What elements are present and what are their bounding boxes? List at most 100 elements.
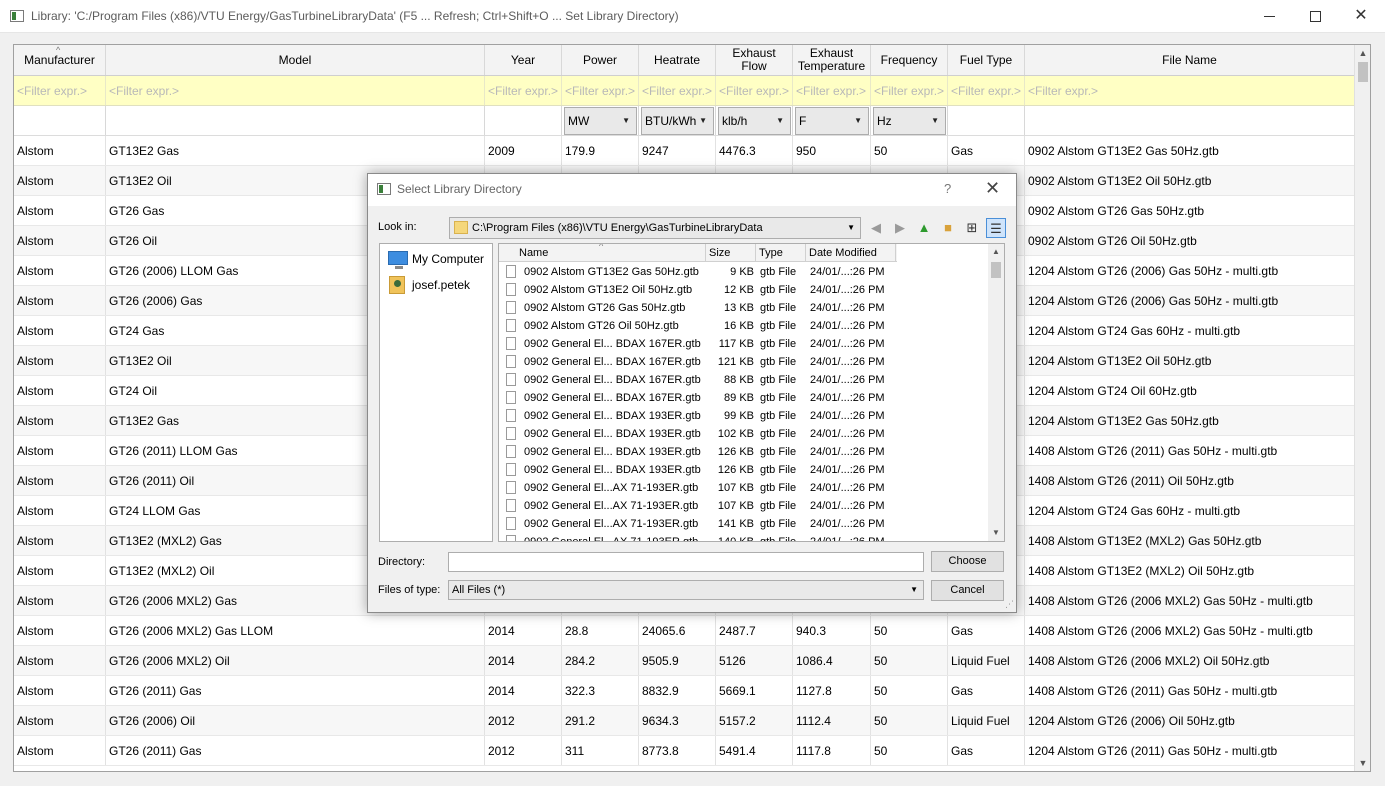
file-row[interactable]: 0902 Alstom GT13E2 Oil 50Hz.gtb 12 KB gtb … (499, 281, 989, 299)
close-button[interactable]: ✕ (1338, 0, 1384, 32)
units-cell-empty (14, 106, 106, 135)
column-header[interactable]: Model (106, 45, 485, 75)
filter-input[interactable]: <Filter expr.> (716, 76, 793, 105)
temperature-unit-value: F (799, 114, 807, 128)
file-row[interactable]: 0902 General El... BDAX 167ER.gtb 121 KB g… (499, 353, 989, 371)
scrollbar-thumb[interactable] (991, 262, 1001, 278)
table-cell: 1204 Alstom GT26 (2006) Gas 50Hz - multi… (1025, 256, 1355, 285)
file-row[interactable]: 0902 General El...AX 71-193ER.gtb 107 KB g… (499, 479, 989, 497)
file-list[interactable]: ^ Name Size Type Date Modified 0902 Alst… (498, 243, 1005, 542)
table-row[interactable]: Alstom GT26 (2006) Oil 2012 291.2 9634.3 5157… (14, 706, 1355, 736)
column-header[interactable]: Exhaust Flow (716, 45, 793, 75)
column-header[interactable]: Frequency (871, 45, 948, 75)
file-row[interactable]: 0902 General El... BDAX 167ER.gtb 89 KB gt… (499, 389, 989, 407)
new-folder-button[interactable]: ■ (938, 218, 958, 238)
file-row[interactable]: 0902 General El...AX 71-193ER.gtb 141 KB g… (499, 515, 989, 533)
file-row[interactable]: 0902 General El...AX 71-193ER.gtb 140 KB g… (499, 533, 989, 541)
file-name: 0902 General El... BDAX 167ER.gtb (524, 356, 701, 368)
column-header[interactable]: Fuel Type (948, 45, 1025, 75)
file-row[interactable]: 0902 General El...AX 71-193ER.gtb 107 KB g… (499, 497, 989, 515)
table-row[interactable]: Alstom GT13E2 Gas 2009 179.9 9247 4476.3 950 50… (14, 136, 1355, 166)
table-cell: 50 (871, 736, 948, 765)
minimize-button[interactable] (1246, 0, 1292, 32)
column-header[interactable]: Year (485, 45, 562, 75)
file-icon (506, 319, 516, 332)
maximize-button[interactable] (1292, 0, 1338, 32)
file-row[interactable]: 0902 General El... BDAX 193ER.gtb 126 KB g… (499, 443, 989, 461)
temperature-unit-select[interactable]: F ▼ (795, 107, 869, 135)
list-view-button[interactable]: ⊞ (962, 218, 982, 238)
column-header-type[interactable]: Type (756, 244, 806, 262)
scroll-up-icon[interactable]: ▲ (988, 244, 1004, 260)
scrollbar-thumb[interactable] (1358, 62, 1368, 82)
filter-input[interactable]: <Filter expr.> (639, 76, 716, 105)
filter-input[interactable]: <Filter expr.> (793, 76, 871, 105)
frequency-unit-select[interactable]: Hz ▼ (873, 107, 946, 135)
table-row[interactable]: Alstom GT26 (2006 MXL2) Gas LLOM 2014 28.8 2… (14, 616, 1355, 646)
column-header[interactable]: Exhaust Temperature (793, 45, 871, 75)
scroll-up-icon[interactable]: ▲ (1355, 45, 1370, 61)
file-row[interactable]: 0902 Alstom GT13E2 Gas 50Hz.gtb 9 KB gtb F… (499, 263, 989, 281)
column-header[interactable]: File Name (1025, 45, 1355, 75)
filter-input[interactable]: <Filter expr.> (106, 76, 485, 105)
file-row[interactable]: 0902 General El... BDAX 167ER.gtb 88 KB gt… (499, 371, 989, 389)
table-cell: Gas (948, 616, 1025, 645)
close-icon: ✕ (985, 178, 1001, 198)
look-in-combo[interactable]: C:\Program Files (x86)\VTU Energy\GasTur… (449, 217, 861, 239)
resize-grip-icon[interactable]: ⋰ (1005, 599, 1014, 610)
file-icon (506, 391, 516, 404)
filter-input[interactable]: <Filter expr.> (871, 76, 948, 105)
table-cell: 5157.2 (716, 706, 793, 735)
column-header[interactable]: Power (562, 45, 639, 75)
dialog-close-button[interactable]: ✕ (985, 178, 1000, 199)
table-cell: Alstom (14, 496, 106, 525)
detail-view-button[interactable]: ☰ (986, 218, 1006, 238)
column-header-size[interactable]: Size (706, 244, 756, 262)
chevron-down-icon: ▼ (699, 116, 707, 125)
sidebar-item-user[interactable]: josef.petek (386, 275, 470, 295)
scroll-down-icon[interactable]: ▼ (1355, 755, 1370, 771)
file-row[interactable]: 0902 General El... BDAX 193ER.gtb 99 KB gt… (499, 407, 989, 425)
arrow-up-icon: ▲ (917, 220, 931, 235)
filter-input[interactable]: <Filter expr.> (562, 76, 639, 105)
column-header-date[interactable]: Date Modified (806, 244, 896, 262)
table-cell: Alstom (14, 166, 106, 195)
table-row[interactable]: Alstom GT26 (2011) Gas 2012 311 8773.8 5491.4… (14, 736, 1355, 766)
parent-directory-button[interactable]: ▲ (914, 218, 934, 238)
column-header-name[interactable]: Name (516, 244, 706, 262)
table-row[interactable]: Alstom GT26 (2006 MXL2) Oil 2014 284.2 9505.… (14, 646, 1355, 676)
table-cell: 1204 Alstom GT26 (2006) Gas 50Hz - multi… (1025, 286, 1355, 315)
files-of-type-select[interactable]: All Files (*) ▼ (448, 580, 924, 600)
table-cell: 5669.1 (716, 676, 793, 705)
scroll-down-icon[interactable]: ▼ (988, 525, 1004, 541)
directory-input[interactable] (448, 552, 924, 572)
file-row[interactable]: 0902 General El... BDAX 193ER.gtb 126 KB g… (499, 461, 989, 479)
filter-input[interactable]: <Filter expr.> (14, 76, 106, 105)
filter-input[interactable]: <Filter expr.> (1025, 76, 1355, 105)
filter-input[interactable]: <Filter expr.> (948, 76, 1025, 105)
sidebar-item-my-computer[interactable]: My Computer (386, 249, 484, 269)
title-bar: Library: 'C:/Program Files (x86)/VTU Ene… (0, 0, 1385, 33)
heatrate-unit-select[interactable]: BTU/kWh ▼ (641, 107, 714, 135)
file-icon (506, 283, 516, 296)
file-name: 0902 General El...AX 71-193ER.gtb (524, 482, 699, 494)
choose-button[interactable]: Choose (931, 551, 1004, 572)
column-header[interactable]: Heatrate (639, 45, 716, 75)
power-unit-select[interactable]: MW ▼ (564, 107, 637, 135)
table-scrollbar[interactable]: ▲ ▼ (1354, 45, 1370, 771)
forward-button[interactable]: ▶ (890, 218, 910, 238)
file-row[interactable]: 0902 Alstom GT26 Gas 50Hz.gtb 13 KB gtb Fi… (499, 299, 989, 317)
back-button[interactable]: ◀ (866, 218, 886, 238)
file-row[interactable]: 0902 General El... BDAX 193ER.gtb 102 KB g… (499, 425, 989, 443)
table-cell: Alstom (14, 196, 106, 225)
cancel-button[interactable]: Cancel (931, 580, 1004, 601)
help-button[interactable]: ? (944, 181, 951, 196)
file-row[interactable]: 0902 Alstom GT26 Oil 50Hz.gtb 16 KB gtb Fi… (499, 317, 989, 335)
table-row[interactable]: Alstom GT26 (2011) Gas 2014 322.3 8832.9 5669… (14, 676, 1355, 706)
places-sidebar: My Computer josef.petek (379, 243, 493, 542)
table-cell: 1408 Alstom GT26 (2006 MXL2) Oil 50Hz.gt… (1025, 646, 1355, 675)
filter-input[interactable]: <Filter expr.> (485, 76, 562, 105)
flow-unit-select[interactable]: klb/h ▼ (718, 107, 791, 135)
file-list-scrollbar[interactable]: ▲ ▼ (988, 244, 1004, 541)
file-row[interactable]: 0902 General El... BDAX 167ER.gtb 117 KB g… (499, 335, 989, 353)
